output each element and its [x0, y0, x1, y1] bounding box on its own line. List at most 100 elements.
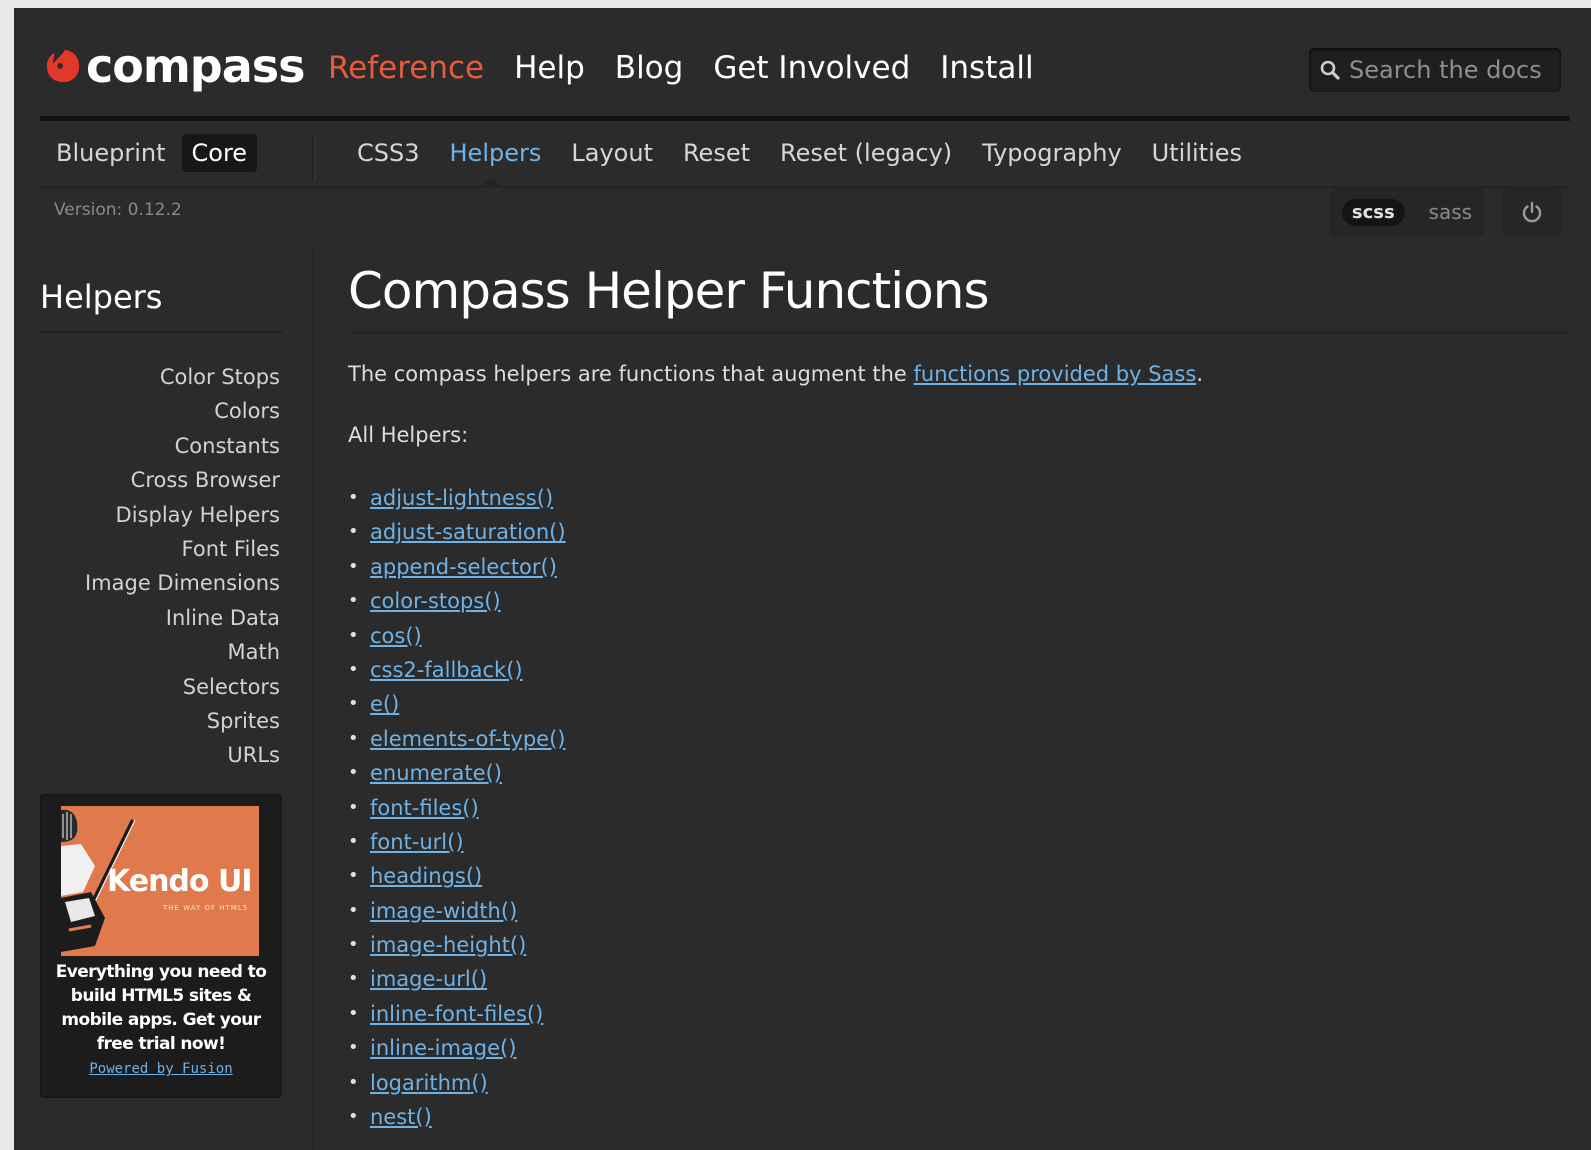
sidebar-item-math[interactable]: Math: [40, 635, 280, 669]
helper-link[interactable]: adjust-saturation(): [370, 515, 566, 549]
intro-text-end: .: [1196, 362, 1203, 386]
bullet: •: [348, 968, 359, 990]
sidebar-item-constants[interactable]: Constants: [40, 429, 280, 463]
helper-link[interactable]: inline-image(): [370, 1031, 516, 1065]
helper-link[interactable]: color-stops(): [370, 584, 501, 618]
bullet: •: [348, 693, 359, 715]
bullet: •: [348, 796, 359, 818]
nav-get-involved[interactable]: Get Involved: [713, 50, 910, 86]
bullet: •: [348, 1071, 359, 1093]
sass-functions-link[interactable]: functions provided by Sass: [914, 362, 1197, 386]
header-divider: [40, 116, 1570, 121]
bullet: •: [348, 899, 359, 921]
search-icon: [1320, 60, 1340, 80]
search-input[interactable]: [1347, 55, 1561, 85]
nav-reference[interactable]: Reference: [328, 50, 484, 86]
helper-link[interactable]: append-selector(): [370, 550, 557, 584]
sidebar-item-display-helpers[interactable]: Display Helpers: [40, 498, 280, 532]
sidebar-item-urls[interactable]: URLs: [40, 738, 280, 772]
nav-install[interactable]: Install: [940, 50, 1033, 86]
bullet: •: [348, 658, 359, 680]
ad-text: Everything you need to build HTML5 sites…: [55, 962, 267, 1054]
syntax-toggle: scss sass: [1330, 188, 1484, 236]
title-divider: [348, 332, 1570, 334]
list-item: • font-url(): [348, 825, 566, 859]
helper-link[interactable]: e(): [370, 687, 399, 721]
sidebar-divider: [312, 248, 314, 1150]
syntax-sass-option[interactable]: sass: [1429, 200, 1473, 224]
bullet: •: [348, 487, 359, 508]
list-item: • cos(): [348, 619, 566, 653]
ad-brand: Kendo UI: [107, 864, 252, 899]
sidebar-item-image-dimensions[interactable]: Image Dimensions: [40, 566, 280, 600]
sidebar-title-divider: [40, 331, 282, 333]
helper-link[interactable]: image-width(): [370, 894, 517, 928]
list-item: • image-width(): [348, 894, 566, 928]
tab-blueprint[interactable]: Blueprint: [46, 134, 176, 172]
bullet: •: [348, 934, 359, 956]
bullet: •: [348, 521, 359, 543]
logo-text: compass: [86, 39, 306, 93]
list-item: • nest(): [348, 1100, 566, 1134]
list-item: • adjust-lightness(): [348, 481, 566, 515]
sidebar-nav: Color Stops Colors Constants Cross Brows…: [40, 360, 280, 773]
sidebar-title: Helpers: [40, 278, 163, 316]
sidebar-item-cross-browser[interactable]: Cross Browser: [40, 463, 280, 497]
sidebar-item-selectors[interactable]: Selectors: [40, 670, 280, 704]
helper-link[interactable]: headings(): [370, 859, 482, 893]
list-item: • elements-of-type(): [348, 722, 566, 756]
power-button[interactable]: [1502, 188, 1562, 236]
subnav-divider: [312, 136, 315, 180]
ad-box[interactable]: Kendo UI THE WAY OF HTML5 Everything you…: [40, 794, 282, 1098]
helper-link[interactable]: font-url(): [370, 825, 464, 859]
list-item: • adjust-saturation(): [348, 515, 566, 549]
compass-logo[interactable]: compass: [44, 39, 306, 93]
nav-help[interactable]: Help: [514, 50, 585, 86]
tab-layout[interactable]: Layout: [571, 139, 653, 167]
intro-text-lead: The compass helpers are functions that a…: [348, 362, 914, 386]
bullet: •: [348, 727, 359, 749]
nav-blog[interactable]: Blog: [615, 50, 684, 86]
tab-utilities[interactable]: Utilities: [1152, 139, 1242, 167]
sidebar-item-color-stops[interactable]: Color Stops: [40, 360, 280, 394]
all-helpers-label: All Helpers:: [348, 423, 469, 447]
helper-link[interactable]: elements-of-type(): [370, 722, 565, 756]
sidebar-item-inline-data[interactable]: Inline Data: [40, 601, 280, 635]
list-item: • headings(): [348, 859, 566, 893]
helper-link[interactable]: css2-fallback(): [370, 653, 523, 687]
helper-link[interactable]: image-url(): [370, 962, 487, 996]
main-nav: Reference Help Blog Get Involved Install: [328, 50, 1064, 86]
compass-logo-icon: [46, 49, 80, 83]
list-item: • inline-font-files(): [348, 997, 566, 1031]
tab-css3[interactable]: CSS3: [357, 139, 420, 167]
helper-link[interactable]: enumerate(): [370, 756, 502, 790]
ad-image[interactable]: Kendo UI THE WAY OF HTML5: [61, 806, 259, 956]
tab-typography[interactable]: Typography: [982, 139, 1122, 167]
tab-reset[interactable]: Reset: [683, 139, 750, 167]
sidebar-item-sprites[interactable]: Sprites: [40, 704, 280, 738]
syntax-scss-option[interactable]: scss: [1341, 198, 1405, 226]
power-icon: [1522, 201, 1542, 223]
helper-link[interactable]: cos(): [370, 619, 422, 653]
search-box[interactable]: [1309, 48, 1561, 92]
ad-powered-by-link[interactable]: Powered by Fusion: [41, 1061, 281, 1077]
bullet: •: [348, 1106, 359, 1128]
helper-link[interactable]: adjust-lightness(): [370, 481, 553, 515]
tab-reset-legacy[interactable]: Reset (legacy): [780, 139, 952, 167]
list-item: • image-url(): [348, 962, 566, 996]
framework-tabs: Blueprint Core: [46, 134, 263, 172]
bullet: •: [348, 865, 359, 887]
helper-link[interactable]: nest(): [370, 1100, 432, 1134]
page-frame: compass Reference Help Blog Get Involved…: [14, 8, 1591, 1150]
list-item: • append-selector(): [348, 550, 566, 584]
tab-helpers[interactable]: Helpers: [450, 139, 542, 167]
helper-link[interactable]: logarithm(): [370, 1066, 488, 1100]
sidebar-item-font-files[interactable]: Font Files: [40, 532, 280, 566]
helper-link[interactable]: image-height(): [370, 928, 526, 962]
tab-core[interactable]: Core: [181, 134, 258, 172]
helper-link[interactable]: font-files(): [370, 791, 479, 825]
list-item: • color-stops(): [348, 584, 566, 618]
helper-link[interactable]: inline-font-files(): [370, 997, 543, 1031]
sidebar-item-colors[interactable]: Colors: [40, 394, 280, 428]
bullet: •: [348, 1002, 359, 1024]
